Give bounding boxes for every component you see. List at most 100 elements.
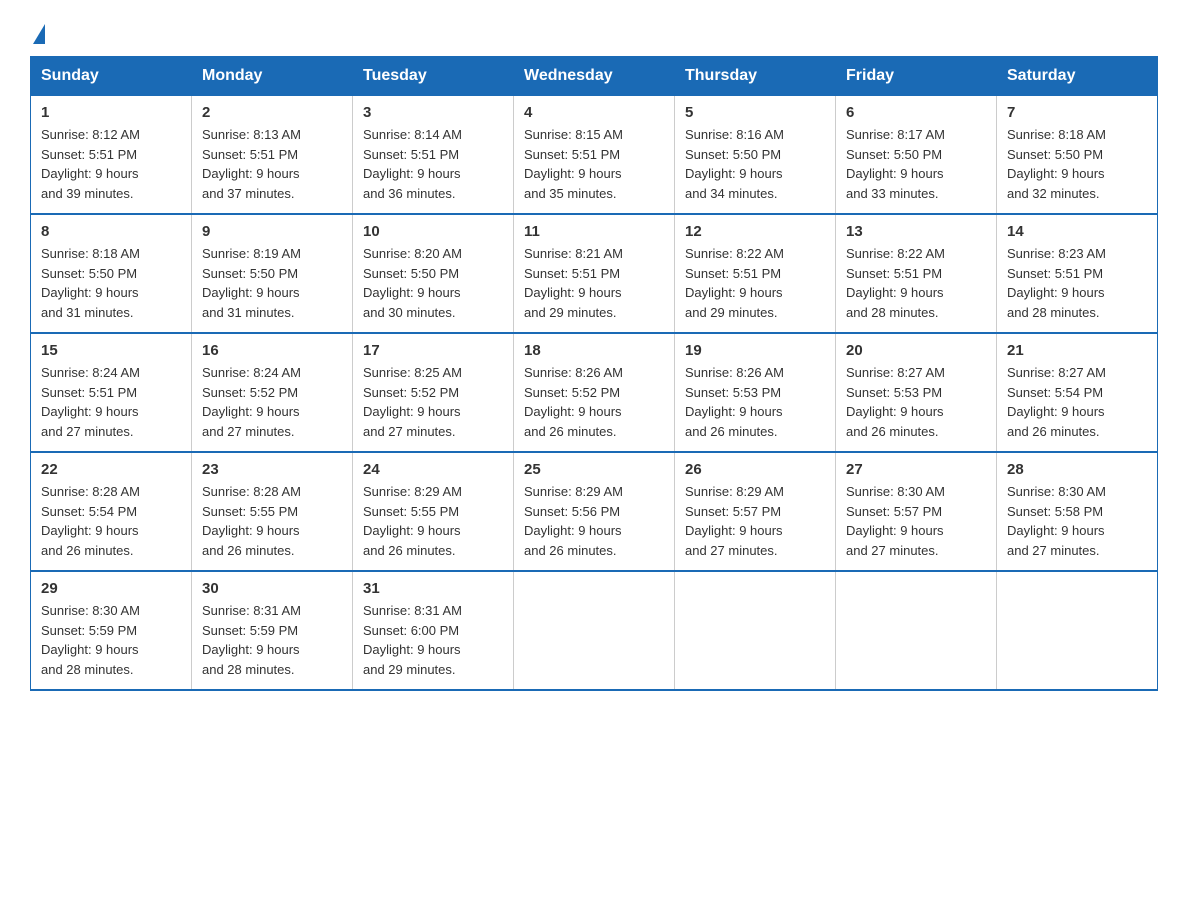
day-number: 26	[685, 461, 825, 478]
calendar-day-cell: 27Sunrise: 8:30 AMSunset: 5:57 PMDayligh…	[836, 452, 997, 571]
day-info: Sunrise: 8:28 AMSunset: 5:54 PMDaylight:…	[41, 482, 181, 560]
day-number: 18	[524, 342, 664, 359]
day-info: Sunrise: 8:15 AMSunset: 5:51 PMDaylight:…	[524, 125, 664, 203]
day-info: Sunrise: 8:19 AMSunset: 5:50 PMDaylight:…	[202, 244, 342, 322]
day-info: Sunrise: 8:28 AMSunset: 5:55 PMDaylight:…	[202, 482, 342, 560]
day-number: 3	[363, 104, 503, 121]
calendar-header-row: SundayMondayTuesdayWednesdayThursdayFrid…	[31, 57, 1158, 96]
calendar-header: SundayMondayTuesdayWednesdayThursdayFrid…	[31, 57, 1158, 96]
day-number: 16	[202, 342, 342, 359]
day-info: Sunrise: 8:31 AMSunset: 6:00 PMDaylight:…	[363, 601, 503, 679]
weekday-header-tuesday: Tuesday	[353, 57, 514, 96]
day-number: 1	[41, 104, 181, 121]
day-number: 7	[1007, 104, 1147, 121]
calendar-day-cell: 14Sunrise: 8:23 AMSunset: 5:51 PMDayligh…	[997, 214, 1158, 333]
day-info: Sunrise: 8:27 AMSunset: 5:53 PMDaylight:…	[846, 363, 986, 441]
page-header	[30, 24, 1158, 46]
day-number: 19	[685, 342, 825, 359]
weekday-header-wednesday: Wednesday	[514, 57, 675, 96]
day-number: 4	[524, 104, 664, 121]
day-number: 25	[524, 461, 664, 478]
calendar-day-cell: 26 Sunrise: 8:29 AMSunset: 5:57 PMDayligh…	[675, 452, 836, 571]
calendar-day-cell: 8 Sunrise: 8:18 AMSunset: 5:50 PMDaylight…	[31, 214, 192, 333]
calendar-day-cell	[836, 571, 997, 690]
day-number: 13	[846, 223, 986, 240]
calendar-day-cell: 29 Sunrise: 8:30 AMSunset: 5:59 PMDayligh…	[31, 571, 192, 690]
calendar-day-cell	[514, 571, 675, 690]
day-number: 20	[846, 342, 986, 359]
day-info: Sunrise: 8:31 AMSunset: 5:59 PMDaylight:…	[202, 601, 342, 679]
day-info: Sunrise: 8:24 AMSunset: 5:51 PMDaylight:…	[41, 363, 181, 441]
weekday-header-monday: Monday	[192, 57, 353, 96]
calendar-day-cell: 15 Sunrise: 8:24 AMSunset: 5:51 PMDayligh…	[31, 333, 192, 452]
calendar-day-cell: 3 Sunrise: 8:14 AMSunset: 5:51 PMDaylight…	[353, 96, 514, 215]
day-info: Sunrise: 8:13 AMSunset: 5:51 PMDaylight:…	[202, 125, 342, 203]
day-number: 9	[202, 223, 342, 240]
day-number: 29	[41, 580, 181, 597]
day-number: 5	[685, 104, 825, 121]
day-number: 17	[363, 342, 503, 359]
weekday-header-sunday: Sunday	[31, 57, 192, 96]
day-info: Sunrise: 8:17 AMSunset: 5:50 PMDaylight:…	[846, 125, 986, 203]
calendar-week-4: 22 Sunrise: 8:28 AMSunset: 5:54 PMDayligh…	[31, 452, 1158, 571]
calendar-day-cell	[997, 571, 1158, 690]
calendar-day-cell: 12Sunrise: 8:22 AMSunset: 5:51 PMDayligh…	[675, 214, 836, 333]
day-info: Sunrise: 8:26 AMSunset: 5:53 PMDaylight:…	[685, 363, 825, 441]
calendar-week-3: 15 Sunrise: 8:24 AMSunset: 5:51 PMDayligh…	[31, 333, 1158, 452]
day-info: Sunrise: 8:26 AMSunset: 5:52 PMDaylight:…	[524, 363, 664, 441]
calendar-day-cell: 31 Sunrise: 8:31 AMSunset: 6:00 PMDayligh…	[353, 571, 514, 690]
day-number: 14	[1007, 223, 1147, 240]
calendar-day-cell: 10 Sunrise: 8:20 AMSunset: 5:50 PMDayligh…	[353, 214, 514, 333]
day-number: 6	[846, 104, 986, 121]
day-number: 8	[41, 223, 181, 240]
calendar-day-cell: 19 Sunrise: 8:26 AMSunset: 5:53 PMDayligh…	[675, 333, 836, 452]
day-info: Sunrise: 8:30 AMSunset: 5:58 PMDaylight:…	[1007, 482, 1147, 560]
calendar-day-cell: 21 Sunrise: 8:27 AMSunset: 5:54 PMDayligh…	[997, 333, 1158, 452]
day-info: Sunrise: 8:22 AMSunset: 5:51 PMDaylight:…	[685, 244, 825, 322]
calendar-table: SundayMondayTuesdayWednesdayThursdayFrid…	[30, 56, 1158, 691]
day-info: Sunrise: 8:24 AMSunset: 5:52 PMDaylight:…	[202, 363, 342, 441]
calendar-day-cell: 23Sunrise: 8:28 AMSunset: 5:55 PMDayligh…	[192, 452, 353, 571]
calendar-day-cell: 24Sunrise: 8:29 AMSunset: 5:55 PMDayligh…	[353, 452, 514, 571]
weekday-header-saturday: Saturday	[997, 57, 1158, 96]
calendar-body: 1 Sunrise: 8:12 AMSunset: 5:51 PMDaylight…	[31, 96, 1158, 691]
day-info: Sunrise: 8:16 AMSunset: 5:50 PMDaylight:…	[685, 125, 825, 203]
weekday-header-thursday: Thursday	[675, 57, 836, 96]
calendar-day-cell: 1 Sunrise: 8:12 AMSunset: 5:51 PMDaylight…	[31, 96, 192, 215]
day-number: 11	[524, 223, 664, 240]
calendar-day-cell: 30Sunrise: 8:31 AMSunset: 5:59 PMDayligh…	[192, 571, 353, 690]
day-info: Sunrise: 8:20 AMSunset: 5:50 PMDaylight:…	[363, 244, 503, 322]
day-info: Sunrise: 8:27 AMSunset: 5:54 PMDaylight:…	[1007, 363, 1147, 441]
calendar-day-cell	[675, 571, 836, 690]
day-info: Sunrise: 8:30 AMSunset: 5:59 PMDaylight:…	[41, 601, 181, 679]
calendar-day-cell: 25 Sunrise: 8:29 AMSunset: 5:56 PMDayligh…	[514, 452, 675, 571]
day-number: 2	[202, 104, 342, 121]
calendar-week-5: 29 Sunrise: 8:30 AMSunset: 5:59 PMDayligh…	[31, 571, 1158, 690]
calendar-day-cell: 5 Sunrise: 8:16 AMSunset: 5:50 PMDaylight…	[675, 96, 836, 215]
day-number: 21	[1007, 342, 1147, 359]
calendar-week-1: 1 Sunrise: 8:12 AMSunset: 5:51 PMDaylight…	[31, 96, 1158, 215]
day-number: 31	[363, 580, 503, 597]
day-number: 15	[41, 342, 181, 359]
day-info: Sunrise: 8:12 AMSunset: 5:51 PMDaylight:…	[41, 125, 181, 203]
calendar-day-cell: 11Sunrise: 8:21 AMSunset: 5:51 PMDayligh…	[514, 214, 675, 333]
calendar-week-2: 8 Sunrise: 8:18 AMSunset: 5:50 PMDaylight…	[31, 214, 1158, 333]
calendar-day-cell: 17 Sunrise: 8:25 AMSunset: 5:52 PMDayligh…	[353, 333, 514, 452]
calendar-day-cell: 16 Sunrise: 8:24 AMSunset: 5:52 PMDayligh…	[192, 333, 353, 452]
calendar-day-cell: 22 Sunrise: 8:28 AMSunset: 5:54 PMDayligh…	[31, 452, 192, 571]
weekday-header-friday: Friday	[836, 57, 997, 96]
day-info: Sunrise: 8:18 AMSunset: 5:50 PMDaylight:…	[41, 244, 181, 322]
calendar-day-cell: 9 Sunrise: 8:19 AMSunset: 5:50 PMDaylight…	[192, 214, 353, 333]
calendar-day-cell: 13Sunrise: 8:22 AMSunset: 5:51 PMDayligh…	[836, 214, 997, 333]
calendar-day-cell: 7Sunrise: 8:18 AMSunset: 5:50 PMDaylight…	[997, 96, 1158, 215]
day-number: 10	[363, 223, 503, 240]
day-number: 22	[41, 461, 181, 478]
day-info: Sunrise: 8:14 AMSunset: 5:51 PMDaylight:…	[363, 125, 503, 203]
day-info: Sunrise: 8:25 AMSunset: 5:52 PMDaylight:…	[363, 363, 503, 441]
day-info: Sunrise: 8:29 AMSunset: 5:57 PMDaylight:…	[685, 482, 825, 560]
day-number: 27	[846, 461, 986, 478]
day-number: 24	[363, 461, 503, 478]
calendar-day-cell: 2 Sunrise: 8:13 AMSunset: 5:51 PMDaylight…	[192, 96, 353, 215]
calendar-day-cell: 6 Sunrise: 8:17 AMSunset: 5:50 PMDaylight…	[836, 96, 997, 215]
day-info: Sunrise: 8:29 AMSunset: 5:56 PMDaylight:…	[524, 482, 664, 560]
